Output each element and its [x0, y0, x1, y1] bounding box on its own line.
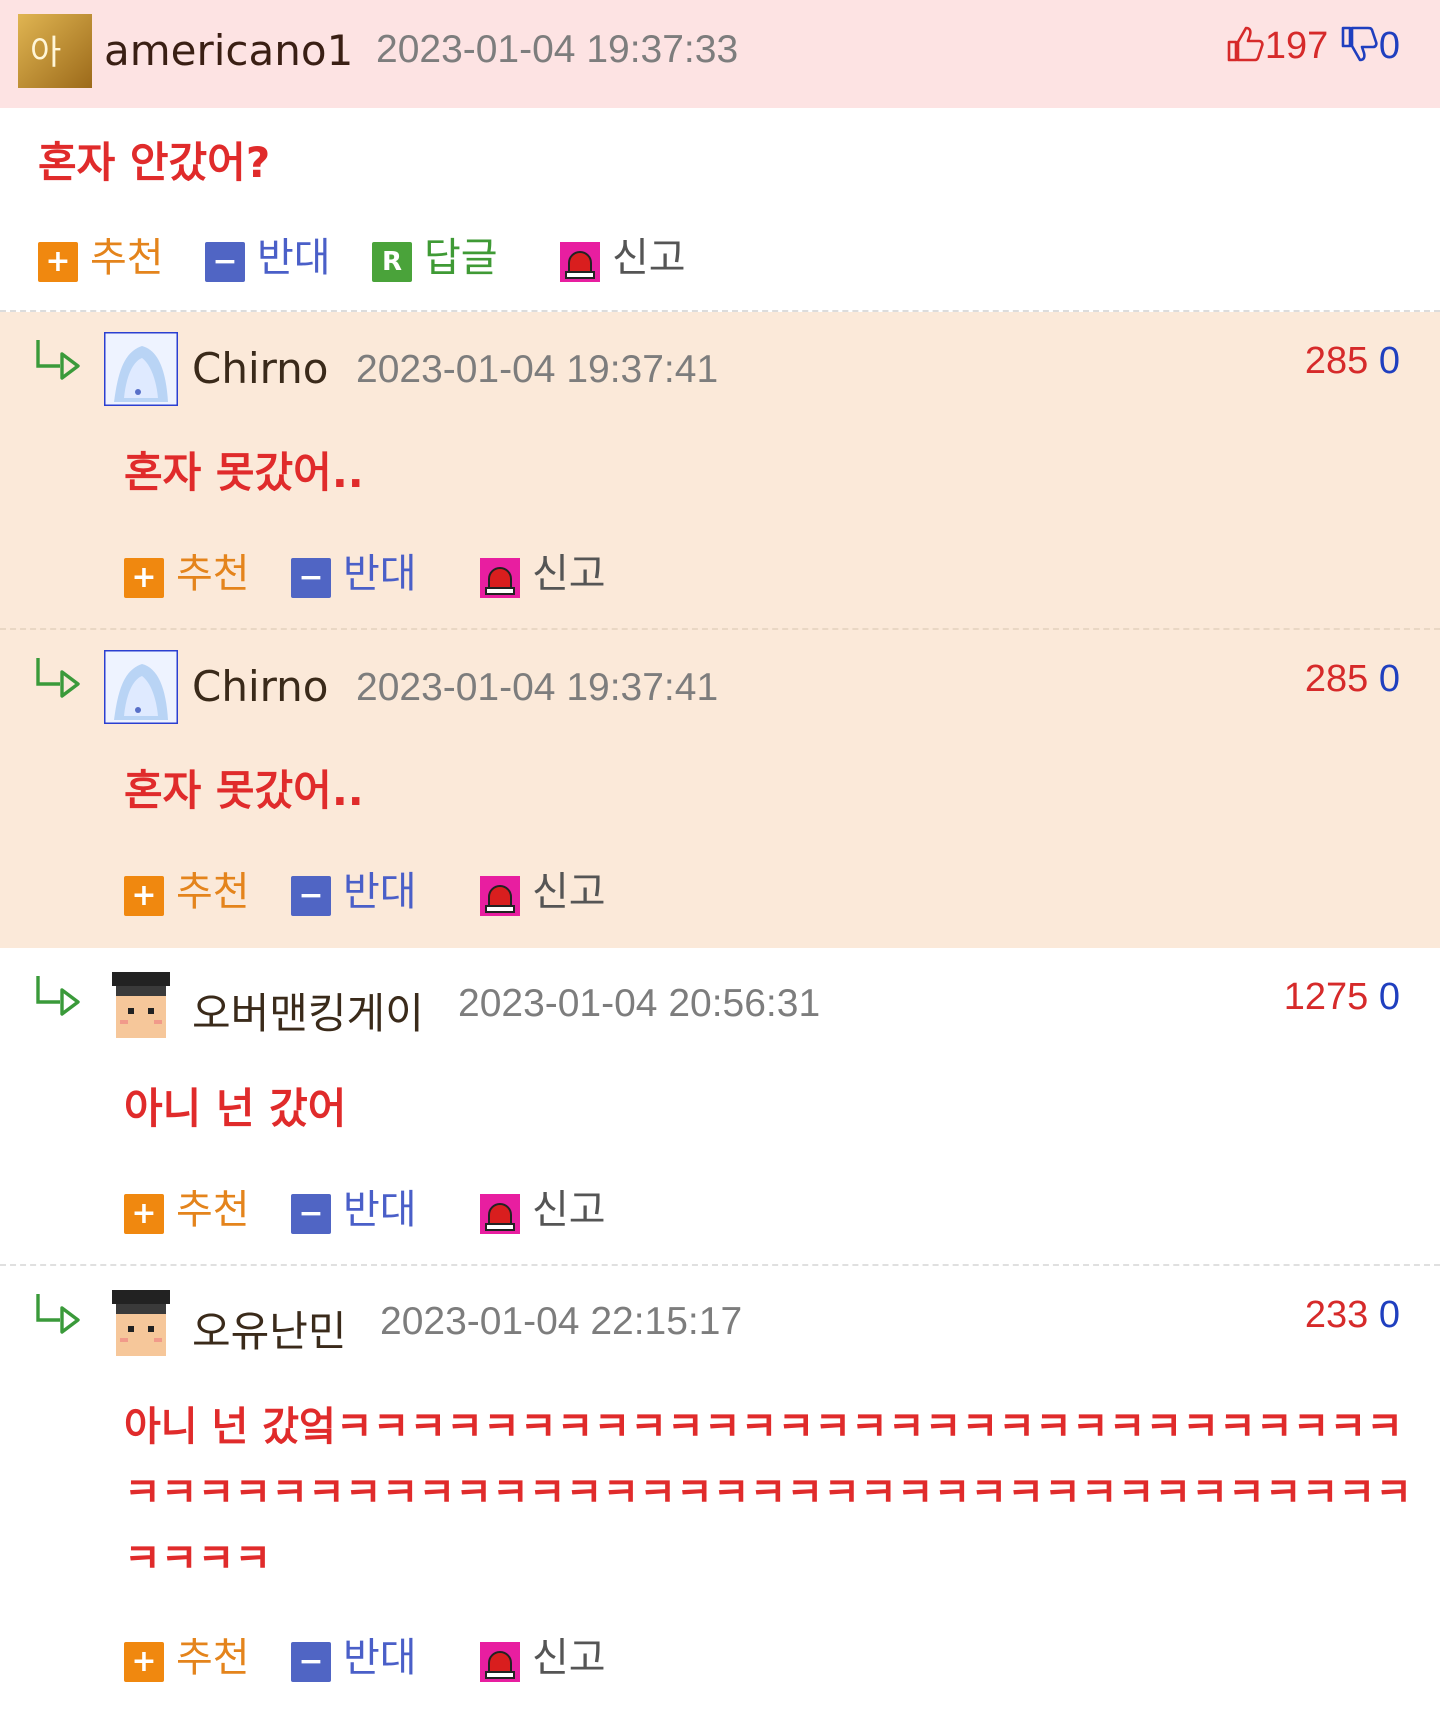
siren-icon: [480, 876, 520, 916]
comment-date: 2023-01-04 22:15:17: [380, 1300, 743, 1343]
comment-text: 아니 넌 갔어: [124, 1084, 347, 1133]
plus-icon: +: [124, 1194, 164, 1234]
avatar[interactable]: 아: [18, 14, 92, 88]
minus-icon: −: [205, 242, 245, 282]
siren-icon: [480, 1194, 520, 1234]
nickname[interactable]: americano1: [104, 26, 353, 75]
plus-icon: +: [38, 242, 78, 282]
siren-icon: [480, 558, 520, 598]
siren-icon: [480, 1642, 520, 1682]
comment-item: 아 americano1 2023-01-04 19:37:33 197 0 혼…: [0, 0, 1440, 312]
reply-arrow-icon: [34, 656, 84, 700]
oppose-label: 반대: [343, 1187, 417, 1233]
comment-text: 혼자 안갔어?: [38, 138, 271, 187]
vote-counts: 1275 0: [1284, 976, 1400, 1019]
reply-item: Chirno 2023-01-04 19:37:41 285 0 혼자 못갔어.…: [0, 630, 1440, 948]
avatar[interactable]: [104, 650, 178, 724]
minus-icon: −: [291, 876, 331, 916]
down-count: 0: [1378, 976, 1400, 1018]
plus-icon: +: [124, 1642, 164, 1682]
down-count: 0: [1378, 340, 1400, 382]
recommend-label: 추천: [90, 235, 164, 281]
vote-counts: 285 0: [1305, 658, 1400, 701]
comment-text: 혼자 못갔어..: [124, 766, 364, 815]
recommend-label: 추천: [176, 1187, 250, 1233]
reply-r-icon: R: [372, 242, 412, 282]
recommend-label: 추천: [176, 551, 250, 597]
vote-counts: 233 0: [1305, 1294, 1400, 1337]
down-count: 0: [1378, 658, 1400, 700]
nickname[interactable]: 오유난민: [192, 1298, 347, 1359]
oppose-label: 반대: [343, 551, 417, 597]
minus-icon: −: [291, 1194, 331, 1234]
report-label: 신고: [612, 235, 686, 281]
comment-text: 혼자 못갔어..: [124, 448, 364, 497]
reply-arrow-icon: [34, 974, 84, 1018]
recommend-label: 추천: [176, 1635, 250, 1681]
avatar[interactable]: [104, 968, 178, 1042]
oppose-label: 반대: [343, 869, 417, 915]
comment-date: 2023-01-04 19:37:33: [376, 28, 739, 71]
svg-text:아: 아: [30, 33, 61, 73]
nickname[interactable]: Chirno: [192, 344, 328, 393]
reply-arrow-icon: [34, 338, 84, 382]
reply-item: Chirno 2023-01-04 19:37:41 285 0 혼자 못갔어.…: [0, 312, 1440, 630]
up-count: 197: [1264, 25, 1329, 67]
up-count: 1275: [1283, 976, 1369, 1018]
siren-icon: [560, 242, 600, 282]
report-label: 신고: [532, 1635, 606, 1681]
thumbs-down-icon: [1339, 24, 1379, 64]
avatar[interactable]: [104, 1286, 178, 1360]
oppose-label: 반대: [343, 1635, 417, 1681]
up-count: 233: [1304, 1294, 1369, 1336]
comment-date: 2023-01-04 20:56:31: [458, 982, 821, 1025]
plus-icon: +: [124, 558, 164, 598]
up-count: 285: [1304, 340, 1369, 382]
nickname[interactable]: Chirno: [192, 662, 328, 711]
vote-counts: 197 0: [1225, 24, 1400, 68]
down-count: 0: [1378, 1294, 1400, 1336]
recommend-label: 추천: [176, 869, 250, 915]
up-count: 285: [1304, 658, 1369, 700]
oppose-label: 반대: [257, 235, 331, 281]
reply-item: 오유난민 2023-01-04 22:15:17 233 0 아니 넌 갔엌ㅋㅋ…: [0, 1266, 1440, 1709]
avatar[interactable]: [104, 332, 178, 406]
report-label: 신고: [532, 1187, 606, 1233]
vote-counts: 285 0: [1305, 340, 1400, 383]
minus-icon: −: [291, 558, 331, 598]
reply-label: 답글: [424, 235, 498, 281]
comment-date: 2023-01-04 19:37:41: [356, 348, 719, 391]
reply-arrow-icon: [34, 1292, 84, 1336]
down-count: 0: [1378, 25, 1400, 67]
reply-item: 오버맨킹게이 2023-01-04 20:56:31 1275 0 아니 넌 갔…: [0, 948, 1440, 1266]
comment-date: 2023-01-04 19:37:41: [356, 666, 719, 709]
plus-icon: +: [124, 876, 164, 916]
nickname[interactable]: 오버맨킹게이: [192, 980, 424, 1041]
minus-icon: −: [291, 1642, 331, 1682]
report-label: 신고: [532, 551, 606, 597]
comment-text: 아니 넌 갔엌ㅋㅋㅋㅋㅋㅋㅋㅋㅋㅋㅋㅋㅋㅋㅋㅋㅋㅋㅋㅋㅋㅋㅋㅋㅋㅋㅋㅋㅋㅋㅋㅋㅋ…: [124, 1404, 1412, 1582]
thumbs-up-icon: [1225, 24, 1265, 64]
report-label: 신고: [532, 869, 606, 915]
